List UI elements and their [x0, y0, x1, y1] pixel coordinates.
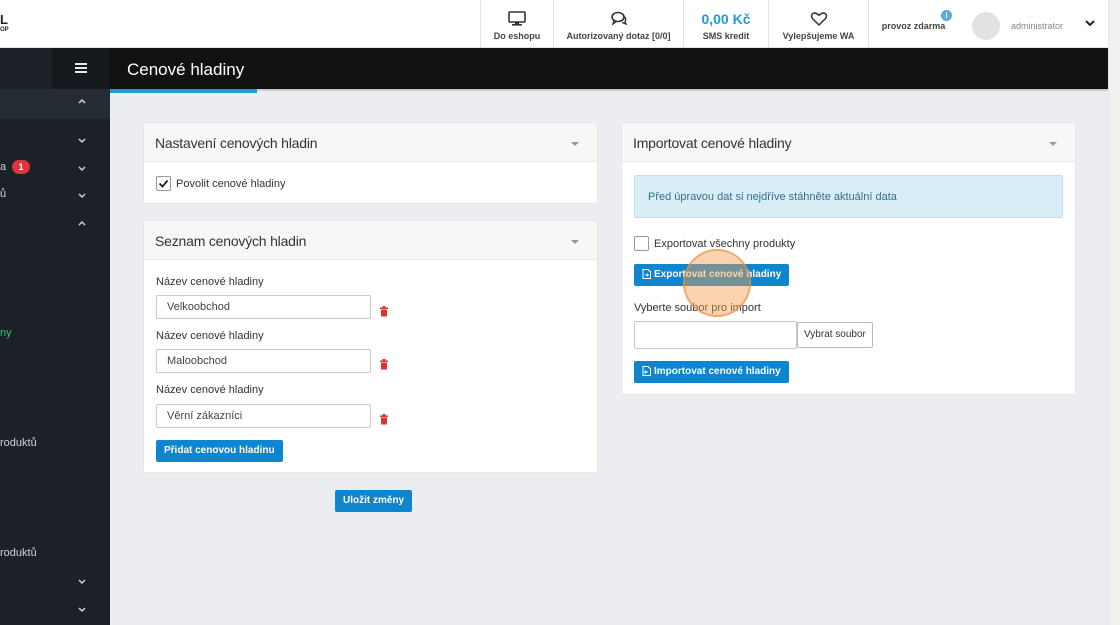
top-header: L OP Do eshopu Autorizovaný dotaz [0/0] … [0, 0, 1108, 48]
scrollbar[interactable] [1108, 0, 1120, 625]
collapse-caret-icon[interactable] [571, 142, 579, 146]
content-shadow [110, 89, 1108, 91]
plan-status-button[interactable]: i provoz zdarma [868, 0, 958, 48]
page-title: Cenové hladiny [127, 60, 245, 79]
file-import-icon [642, 366, 651, 376]
hamburger-icon [75, 63, 87, 73]
notification-badge: 1 [12, 160, 30, 174]
export-levels-label: Exportovat cenové hladiny [654, 269, 782, 280]
levels-panel: Seznam cenových hladin Název cenové hlad… [143, 220, 598, 473]
levels-panel-title: Seznam cenových hladin [155, 233, 307, 249]
sms-credit-button[interactable]: 0,00 Kč SMS kredit [683, 0, 768, 48]
import-panel-header[interactable]: Importovat cenové hladiny [622, 123, 1075, 162]
choose-file-button[interactable]: Vybrat soubor [797, 322, 873, 348]
enable-levels-checkbox[interactable] [156, 176, 171, 191]
sidebar-chevron-down-icon[interactable] [77, 576, 87, 586]
save-changes-button[interactable]: Uložit změny [335, 490, 413, 512]
sidebar-item-label[interactable]: ů [0, 188, 6, 200]
logo-sub-text: OP [0, 27, 9, 33]
info-alert: Před úpravou dat si nejdříve stáhněte ak… [634, 175, 1063, 218]
sidebar: a 1 ů ny roduktů roduktů [0, 48, 110, 625]
export-all-checkbox[interactable] [634, 236, 649, 251]
collapse-caret-icon[interactable] [571, 240, 579, 244]
sidebar-chevron-down-icon[interactable] [77, 190, 87, 200]
improve-wa-button[interactable]: Vylepšujeme WA [768, 0, 868, 48]
level-name-input[interactable] [156, 404, 371, 428]
import-panel-title: Importovat cenové hladiny [633, 135, 792, 151]
logo[interactable]: L OP [0, 12, 12, 36]
sidebar-chevron-up-icon[interactable] [77, 218, 87, 228]
go-to-eshop-button[interactable]: Do eshopu [480, 0, 553, 48]
info-icon: i [941, 10, 952, 21]
improve-wa-label: Vylepšujeme WA [782, 31, 855, 41]
title-underline [110, 89, 257, 93]
settings-panel: Nastavení cenových hladin Povolit cenové… [143, 122, 598, 204]
trash-icon[interactable] [379, 359, 389, 370]
page-title-bar: Cenové hladiny [110, 48, 1108, 89]
sidebar-active-section[interactable] [0, 89, 110, 119]
sidebar-item-active-label[interactable]: ny [0, 327, 12, 339]
level-name-label: Název cenové hladiny [156, 330, 264, 342]
sms-credit-label: SMS kredit [702, 31, 750, 41]
sidebar-item-label[interactable]: roduktů [0, 547, 37, 559]
import-panel: Importovat cenové hladiny Před úpravou d… [621, 122, 1076, 395]
collapse-caret-icon[interactable] [1049, 142, 1057, 146]
monitor-icon [508, 11, 526, 26]
user-name: administrator [1011, 21, 1064, 31]
export-levels-button[interactable]: Exportovat cenové hladiny [634, 264, 790, 286]
levels-panel-header[interactable]: Seznam cenových hladin [144, 221, 597, 260]
level-name-label: Název cenové hladiny [156, 276, 264, 288]
level-name-input[interactable] [156, 295, 371, 319]
sidebar-item-label[interactable]: roduktů [0, 437, 37, 449]
level-name-label: Název cenové hladiny [156, 384, 264, 396]
authorized-query-button[interactable]: Autorizovaný dotaz [0/0] [553, 0, 683, 48]
settings-panel-title: Nastavení cenových hladin [155, 135, 318, 151]
settings-panel-header[interactable]: Nastavení cenových hladin [144, 123, 597, 162]
file-path-input[interactable] [634, 321, 797, 349]
import-levels-label: Importovat cenové hladiny [654, 366, 781, 377]
export-all-label: Exportovat všechny produkty [654, 238, 796, 250]
logo-main-text: L [0, 12, 8, 27]
plan-status-label: provoz zdarma [881, 21, 946, 31]
file-select-label: Vyberte soubor pro import [634, 302, 761, 314]
avatar[interactable] [972, 12, 1000, 40]
sms-credit-value: 0,00 Kč [701, 11, 751, 27]
user-menu-chevron-down-icon[interactable] [1084, 18, 1096, 28]
checkmark-icon [158, 179, 169, 188]
import-levels-button[interactable]: Importovat cenové hladiny [634, 361, 789, 383]
chat-bubbles-icon [610, 11, 627, 26]
sidebar-chevron-down-icon[interactable] [77, 163, 87, 173]
add-level-button[interactable]: Přidat cenovou hladinu [156, 440, 283, 462]
trash-icon[interactable] [379, 306, 389, 317]
sidebar-chevron-down-icon[interactable] [77, 135, 87, 145]
sidebar-item-label[interactable]: a [0, 161, 6, 173]
trash-icon[interactable] [379, 414, 389, 425]
sidebar-toggle[interactable] [52, 48, 110, 89]
enable-levels-label: Povolit cenové hladiny [176, 178, 286, 190]
file-export-icon [642, 269, 651, 279]
level-name-input[interactable] [156, 349, 371, 373]
sidebar-chevron-up-icon[interactable] [77, 96, 87, 106]
authorized-query-label: Autorizovaný dotaz [0/0] [566, 31, 671, 41]
heart-icon [810, 12, 827, 27]
go-to-eshop-label: Do eshopu [493, 31, 541, 41]
sidebar-chevron-down-icon[interactable] [77, 604, 87, 614]
